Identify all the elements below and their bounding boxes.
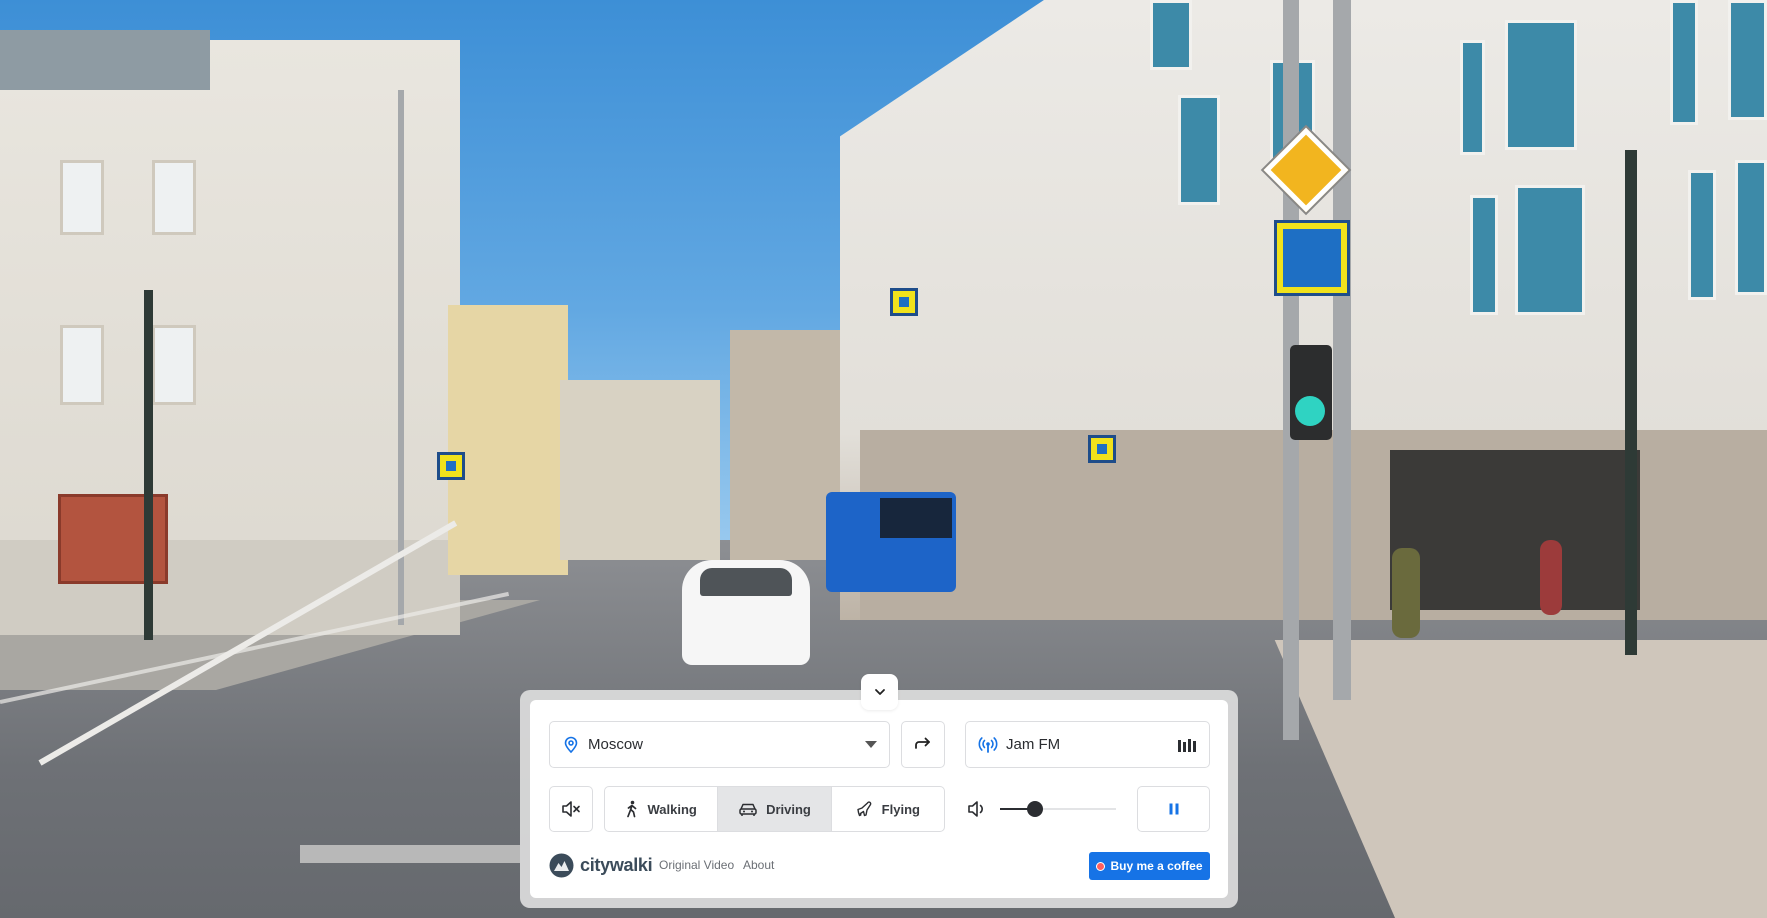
crosswalk-sign — [437, 452, 465, 480]
collapse-panel-button[interactable] — [861, 674, 898, 710]
shopfront — [1390, 450, 1640, 610]
window — [1460, 40, 1485, 155]
window — [152, 325, 196, 405]
travel-mode-switch: Walking Driving Flying — [604, 786, 945, 832]
walking-person-icon — [627, 800, 637, 818]
bus-window — [880, 498, 952, 538]
original-video-link[interactable]: Original Video — [659, 858, 734, 872]
crosswalk-sign — [1274, 220, 1350, 296]
pause-button[interactable] — [1137, 786, 1210, 832]
citywalki-logo-icon — [549, 853, 574, 878]
pause-icon — [1169, 803, 1178, 815]
radio-station-name: Jam FM — [1006, 736, 1061, 753]
window — [60, 325, 104, 405]
redo-arrow-icon — [915, 737, 930, 749]
window — [1670, 0, 1698, 125]
car-icon — [739, 803, 757, 816]
street-lamp — [1625, 150, 1637, 655]
buy-me-a-coffee-button[interactable]: Buy me a coffee — [1089, 852, 1210, 880]
mode-walking-button[interactable]: Walking — [605, 787, 719, 831]
building-left-roof — [0, 30, 210, 90]
window — [60, 160, 104, 235]
mode-driving-button[interactable]: Driving — [718, 787, 832, 831]
airplane-icon — [856, 801, 872, 817]
city-select-value: Moscow — [588, 736, 644, 753]
mute-toggle-button[interactable] — [549, 786, 593, 832]
window — [1728, 0, 1767, 120]
mode-walking-label: Walking — [647, 801, 697, 817]
window — [1735, 160, 1767, 295]
building-distant — [560, 380, 720, 560]
coffee-icon — [1096, 861, 1106, 871]
window — [1150, 0, 1192, 70]
window — [1178, 95, 1220, 205]
chevron-down-icon — [874, 689, 885, 695]
mode-flying-button[interactable]: Flying — [832, 787, 944, 831]
city-select[interactable]: Moscow — [549, 721, 890, 768]
next-city-button[interactable] — [901, 721, 945, 768]
dropdown-caret-icon — [865, 741, 877, 748]
crosswalk-sign — [890, 288, 918, 316]
equalizer-icon — [1178, 738, 1196, 752]
pole — [1333, 0, 1351, 700]
volume-slider[interactable] — [1000, 800, 1116, 818]
buy-me-a-coffee-label: Buy me a coffee — [1110, 859, 1203, 873]
speaker-volume-icon — [968, 801, 983, 817]
traffic-light-green — [1295, 396, 1325, 426]
window — [1505, 20, 1577, 150]
pole — [398, 90, 404, 625]
window — [1515, 185, 1585, 315]
brand-name: citywalki — [580, 855, 653, 875]
crosswalk-sign — [1088, 435, 1116, 463]
window — [152, 160, 196, 235]
pedestrian — [1540, 540, 1562, 615]
building-yellow — [448, 305, 568, 575]
car-window — [700, 568, 792, 596]
location-pin-icon — [564, 736, 578, 753]
window — [1688, 170, 1716, 300]
radio-station-selector[interactable]: Jam FM — [965, 721, 1210, 768]
street-lamp — [144, 290, 153, 640]
volume-slider-thumb[interactable] — [1026, 801, 1043, 817]
mode-flying-label: Flying — [881, 801, 920, 817]
window — [1470, 195, 1498, 315]
mode-driving-label: Driving — [766, 801, 811, 817]
lane-marking — [300, 845, 520, 863]
speaker-muted-icon — [562, 801, 580, 817]
pedestrian — [1392, 548, 1420, 638]
broadcast-icon — [978, 736, 998, 753]
about-link[interactable]: About — [743, 858, 774, 872]
brand-logo[interactable]: citywalki — [549, 853, 653, 878]
